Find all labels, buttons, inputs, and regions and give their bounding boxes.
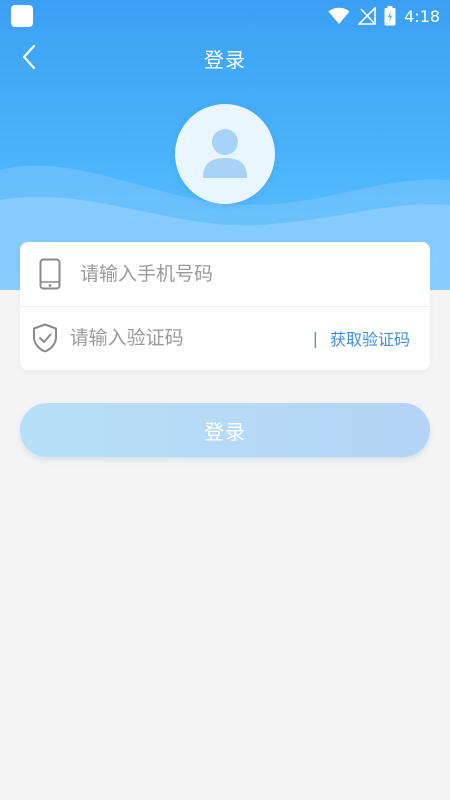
phone-row xyxy=(20,242,430,307)
login-button[interactable]: 登录 xyxy=(20,403,430,457)
phone-input[interactable] xyxy=(80,254,430,294)
app-notification-icon xyxy=(11,5,33,27)
no-signal-icon xyxy=(358,7,376,25)
get-code-button[interactable]: 获取验证码 xyxy=(330,326,410,350)
page-title: 登录 xyxy=(204,48,246,72)
avatar[interactable] xyxy=(175,104,275,204)
verification-code-input[interactable] xyxy=(69,318,313,358)
battery-charging-icon xyxy=(384,6,396,26)
code-separator: | xyxy=(312,328,318,348)
code-row: | 获取验证码 xyxy=(20,306,430,370)
wifi-icon xyxy=(328,7,350,24)
user-icon xyxy=(203,129,247,178)
status-time: 4:18 xyxy=(404,6,440,26)
login-form: | 获取验证码 xyxy=(20,242,430,370)
phone-icon xyxy=(20,242,80,306)
status-bar: 4:18 xyxy=(0,0,450,32)
shield-check-icon xyxy=(20,306,70,370)
